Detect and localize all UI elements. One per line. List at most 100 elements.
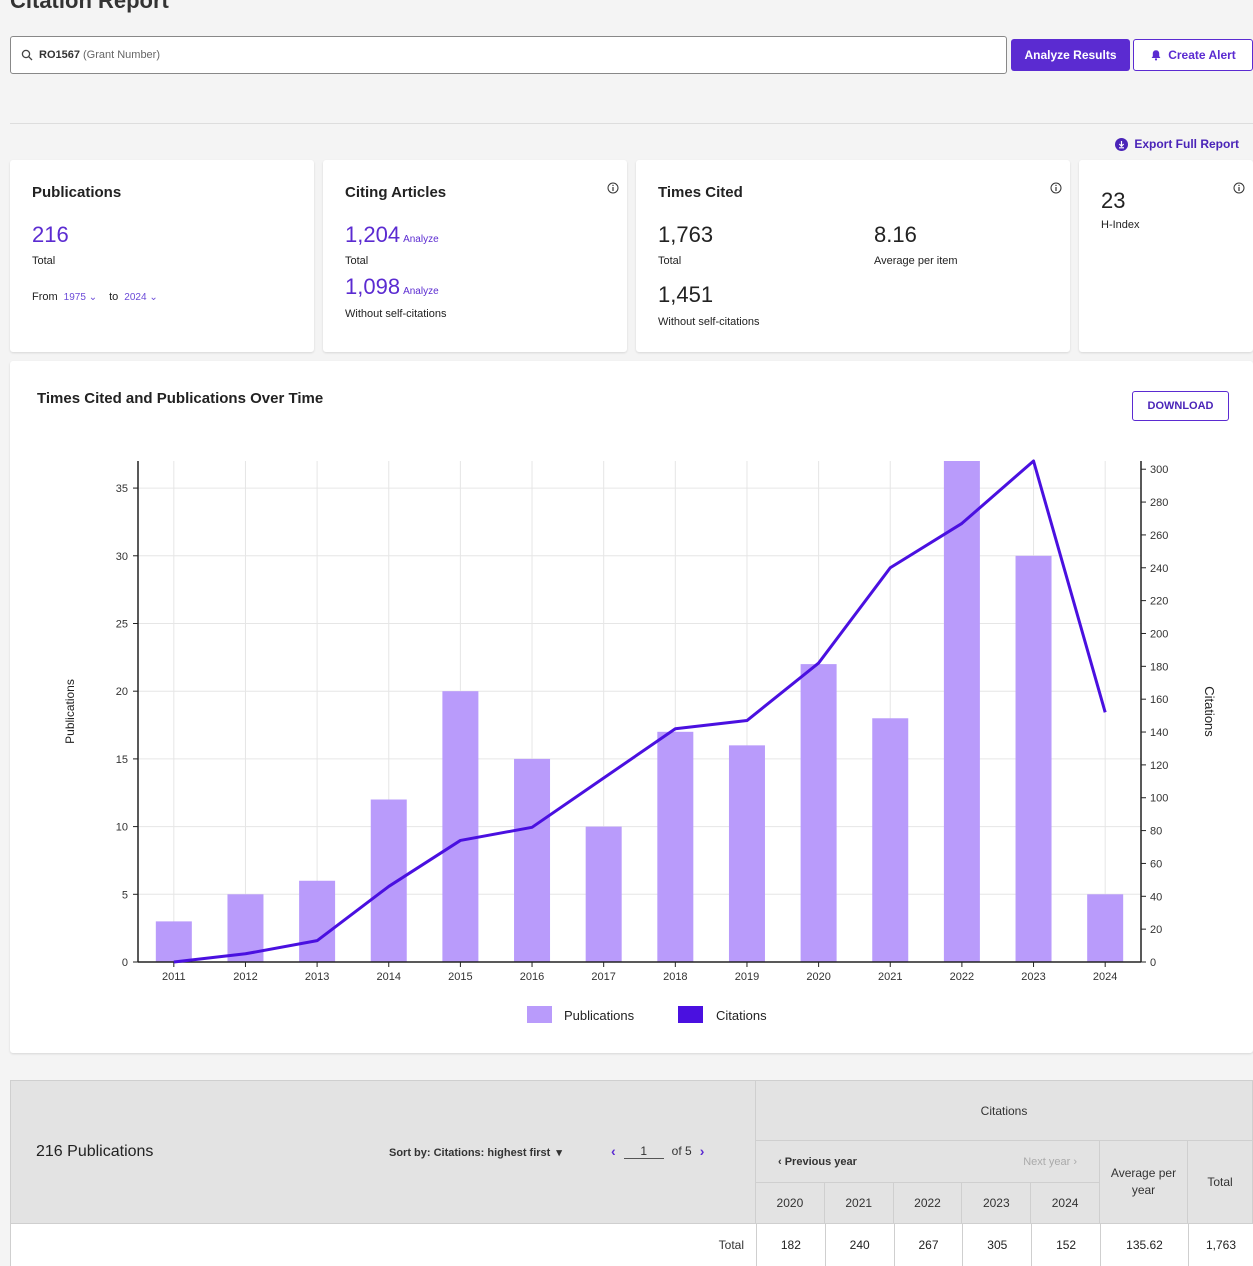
total-cell: 182 xyxy=(757,1224,826,1266)
table-row: Total 182 240 267 305 152 135.62 1,763 xyxy=(10,1224,1253,1266)
from-label: From xyxy=(32,291,58,303)
page-title: Citation Report xyxy=(10,0,169,13)
x-tick-label: 2019 xyxy=(735,971,759,983)
year-header-cell: 2021 xyxy=(824,1183,894,1224)
publications-table: 216 Publications Sort by: Citations: hig… xyxy=(10,1080,1253,1266)
times-cited-without-label: Without self-citations xyxy=(658,316,760,328)
next-year-button[interactable]: Next year › xyxy=(1023,1156,1077,1168)
x-tick-label: 2016 xyxy=(520,971,544,983)
y2-tick-label: 260 xyxy=(1150,530,1168,542)
x-tick-label: 2018 xyxy=(663,971,687,983)
analyze-results-button[interactable]: Analyze Results xyxy=(1011,39,1130,71)
y2-tick-label: 180 xyxy=(1150,661,1168,673)
total-row-values: 182 240 267 305 152 xyxy=(757,1224,1101,1266)
y-tick-label: 25 xyxy=(116,618,128,630)
publications-bar xyxy=(657,731,694,962)
publications-bar xyxy=(728,745,765,962)
to-label: to xyxy=(109,291,119,303)
total-cell: 305 xyxy=(963,1224,1033,1266)
publications-bar xyxy=(442,691,479,962)
search-query-field: (Grant Number) xyxy=(82,49,161,61)
publications-bar xyxy=(1015,555,1052,962)
x-tick-label: 2023 xyxy=(1021,971,1045,983)
info-icon[interactable] xyxy=(1050,182,1062,194)
search-query-value: RO1567 xyxy=(39,49,80,61)
times-cited-without: 1,451 xyxy=(658,282,714,307)
citing-analyze-link[interactable]: Analyze xyxy=(403,234,439,245)
y2-tick-label: 60 xyxy=(1150,858,1162,870)
publications-bar xyxy=(370,799,407,962)
pagination: ‹ 1 of 5 › xyxy=(611,1143,704,1159)
y2-tick-label: 20 xyxy=(1150,924,1162,936)
y2-tick-label: 0 xyxy=(1150,957,1156,969)
x-tick-label: 2022 xyxy=(950,971,974,983)
average-per-year-header: Average per year xyxy=(1100,1141,1188,1224)
sort-label: Sort by: Citations: highest first xyxy=(389,1146,551,1159)
publications-bar xyxy=(800,664,837,962)
create-alert-button[interactable]: Create Alert xyxy=(1133,39,1253,71)
citing-total-row: 1,204 Analyze xyxy=(345,222,439,248)
times-cited-avg-label: Average per item xyxy=(874,255,958,267)
y2-tick-label: 120 xyxy=(1150,760,1168,772)
info-icon[interactable] xyxy=(1233,182,1245,194)
table-header-left: 216 Publications Sort by: Citations: hig… xyxy=(10,1080,756,1224)
y2-tick-label: 160 xyxy=(1150,694,1168,706)
prev-page-icon[interactable]: ‹ xyxy=(611,1143,616,1159)
total-cell: 240 xyxy=(826,1224,895,1266)
y2-tick-label: 280 xyxy=(1150,497,1168,509)
citing-total-label: Total xyxy=(345,255,369,267)
y2-tick-label: 140 xyxy=(1150,727,1168,739)
publications-bar xyxy=(1087,894,1124,962)
x-tick-label: 2014 xyxy=(377,971,401,983)
publications-bar xyxy=(585,826,622,962)
year-header-cell: 2020 xyxy=(756,1183,825,1224)
legend-publications-swatch xyxy=(527,1006,552,1023)
x-tick-label: 2017 xyxy=(591,971,615,983)
citing-without-analyze-link[interactable]: Analyze xyxy=(403,286,439,297)
citing-without-label: Without self-citations xyxy=(345,308,447,320)
publications-bar xyxy=(514,758,551,962)
h-index-value: 23 xyxy=(1101,188,1126,213)
y-tick-label: 20 xyxy=(116,686,128,698)
search-input[interactable]: RO1567 (Grant Number) xyxy=(10,36,1007,74)
times-cited-total-label: Total xyxy=(658,255,682,267)
citing-articles-title: Citing Articles xyxy=(345,184,447,201)
chevron-down-icon: ⌄ xyxy=(88,291,98,303)
info-icon[interactable] xyxy=(607,182,619,194)
citations-header: Citations xyxy=(756,1080,1253,1141)
to-year-select[interactable]: 2024 ⌄ xyxy=(124,292,157,303)
y-tick-label: 5 xyxy=(122,889,128,901)
total-header: Total xyxy=(1188,1141,1253,1224)
year-header-cell: 2023 xyxy=(962,1183,1032,1224)
citing-total: 1,204 xyxy=(345,222,401,247)
previous-year-button[interactable]: ‹ Previous year xyxy=(778,1156,857,1168)
publications-count: 216 Publications xyxy=(36,1143,154,1160)
export-full-report-link[interactable]: Export Full Report xyxy=(1115,137,1239,151)
page-of-label: of 5 xyxy=(671,1144,692,1158)
bell-icon xyxy=(1151,50,1161,61)
publications-bar xyxy=(299,880,336,962)
year-header-cell: 2022 xyxy=(893,1183,963,1224)
citing-articles-card: Citing Articles 1,204 Analyze Total 1,098… xyxy=(323,160,627,352)
total-cell: 267 xyxy=(895,1224,964,1266)
citing-without: 1,098 xyxy=(345,274,401,299)
next-page-icon[interactable]: › xyxy=(700,1143,705,1159)
x-tick-label: 2013 xyxy=(305,971,329,983)
h-index-label: H-Index xyxy=(1101,219,1140,231)
download-circle-icon xyxy=(1115,137,1129,151)
export-label: Export Full Report xyxy=(1134,137,1239,151)
sort-dropdown[interactable]: Sort by: Citations: highest first ▾ xyxy=(389,1146,562,1160)
publications-bar xyxy=(872,718,909,962)
caret-down-icon: ▾ xyxy=(556,1147,562,1159)
publications-title: Publications xyxy=(32,184,122,201)
y2-tick-label: 100 xyxy=(1150,793,1168,805)
from-year-select[interactable]: 1975 ⌄ xyxy=(64,292,97,303)
page-input[interactable]: 1 xyxy=(623,1144,664,1159)
y-tick-label: 35 xyxy=(116,483,128,495)
times-cited-total: 1,763 xyxy=(658,222,714,247)
times-cited-avg: 8.16 xyxy=(874,222,917,247)
year-range: From 1975 ⌄ to 2024 ⌄ xyxy=(32,291,158,303)
total-cell: 152 xyxy=(1032,1224,1101,1266)
x-tick-label: 2011 xyxy=(162,971,186,983)
y2-tick-label: 240 xyxy=(1150,563,1168,575)
